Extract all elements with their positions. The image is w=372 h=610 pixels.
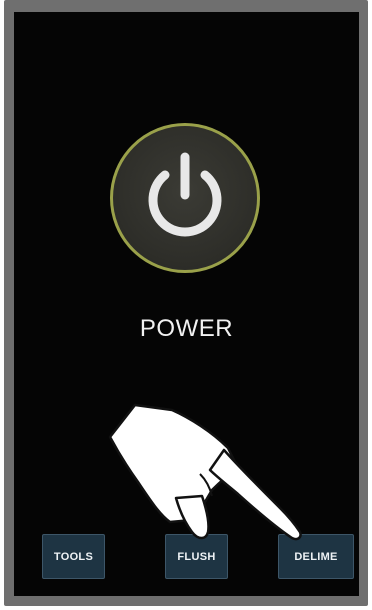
touch-screen: POWER TOOLS FLUSH DELIME (14, 12, 359, 596)
device-frame: POWER TOOLS FLUSH DELIME (0, 0, 372, 610)
tools-button[interactable]: TOOLS (42, 534, 105, 579)
delime-button[interactable]: DELIME (278, 534, 354, 579)
power-icon (148, 152, 222, 237)
power-label: POWER (139, 315, 234, 342)
power-button[interactable] (110, 123, 260, 273)
flush-button[interactable]: FLUSH (165, 534, 228, 579)
